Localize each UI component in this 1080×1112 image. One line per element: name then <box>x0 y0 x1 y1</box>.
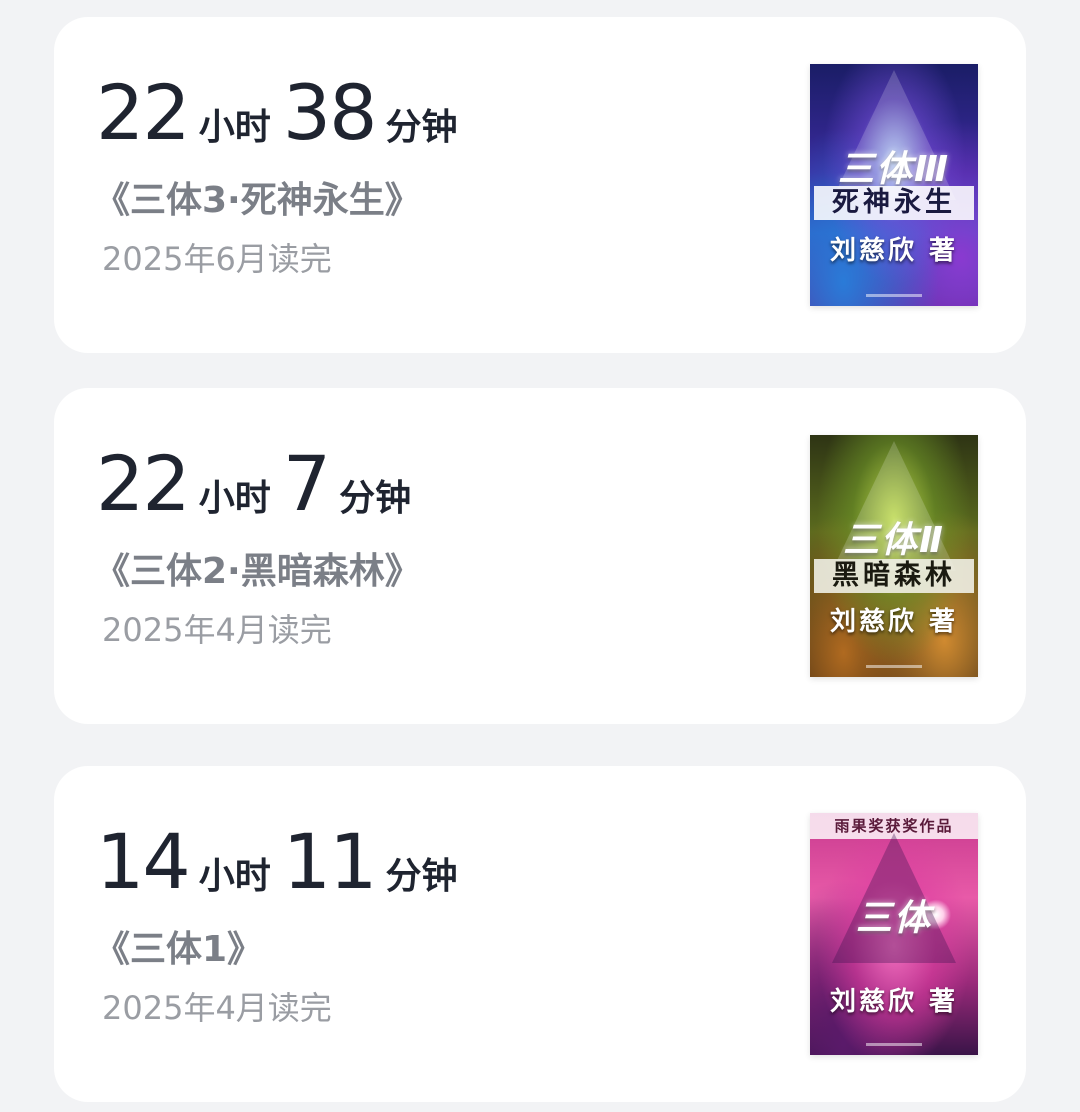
book-info: 22 小时 38 分钟 《三体3·死神永生》 2025年6月读完 <box>94 75 736 279</box>
cover-subtitle: 死神永生 <box>814 186 974 220</box>
cover-publisher-mark <box>810 1043 978 1049</box>
cover-author: 刘慈欣 著 <box>829 987 959 1017</box>
hours-unit: 小时 <box>198 478 271 519</box>
hours-value: 22 <box>96 439 191 528</box>
hours-unit: 小时 <box>198 856 271 897</box>
cover-author: 刘慈欣 著 <box>829 236 959 266</box>
book-card-santi-2[interactable]: 22 小时 7 分钟 《三体2·黑暗森林》 2025年4月读完 三体Ⅱ 黑暗森林… <box>54 388 1026 724</box>
finished-date: 2025年4月读完 <box>102 611 332 650</box>
reading-record-list: 22 小时 38 分钟 《三体3·死神永生》 2025年6月读完 三体Ⅲ 死神永… <box>0 0 1080 1112</box>
book-card-santi-1[interactable]: 14 小时 11 分钟 《三体1》 2025年4月读完 雨果奖获奖作品 三体 刘… <box>54 766 1026 1102</box>
hours-value: 22 <box>96 68 191 157</box>
hours-unit: 小时 <box>198 107 271 148</box>
book-title: 《三体2·黑暗森林》 <box>94 551 421 592</box>
reading-duration: 22 小时 7 分钟 <box>96 446 736 530</box>
cover-publisher-mark <box>810 665 978 671</box>
finished-date: 2025年6月读完 <box>102 240 332 279</box>
cover-series-title: 三体 <box>855 898 932 939</box>
reading-duration: 22 小时 38 分钟 <box>96 75 736 159</box>
hours-value: 14 <box>96 817 191 906</box>
book-card-santi-3[interactable]: 22 小时 38 分钟 《三体3·死神永生》 2025年6月读完 三体Ⅲ 死神永… <box>54 17 1026 353</box>
minutes-value: 7 <box>282 439 331 528</box>
book-cover[interactable]: 三体Ⅲ 死神永生 刘慈欣 著 <box>810 64 978 306</box>
cover-series-title: 三体Ⅱ <box>843 520 945 561</box>
finished-date: 2025年4月读完 <box>102 989 332 1028</box>
minutes-value: 11 <box>282 817 378 906</box>
book-title: 《三体1》 <box>94 929 264 970</box>
minutes-unit: 分钟 <box>339 478 412 519</box>
book-title: 《三体3·死神永生》 <box>94 180 421 221</box>
minutes-value: 38 <box>282 68 378 157</box>
reading-duration: 14 小时 11 分钟 <box>96 824 736 908</box>
cover-publisher-mark <box>810 294 978 300</box>
cover-author: 刘慈欣 著 <box>829 607 959 637</box>
cover-subtitle: 黑暗森林 <box>814 559 974 593</box>
book-cover[interactable]: 三体Ⅱ 黑暗森林 刘慈欣 著 <box>810 435 978 677</box>
book-info: 22 小时 7 分钟 《三体2·黑暗森林》 2025年4月读完 <box>94 446 736 650</box>
book-info: 14 小时 11 分钟 《三体1》 2025年4月读完 <box>94 824 736 1028</box>
book-cover[interactable]: 雨果奖获奖作品 三体 刘慈欣 著 <box>810 813 978 1055</box>
cover-series-title: 三体Ⅲ <box>837 149 951 190</box>
minutes-unit: 分钟 <box>385 856 458 897</box>
minutes-unit: 分钟 <box>385 107 458 148</box>
